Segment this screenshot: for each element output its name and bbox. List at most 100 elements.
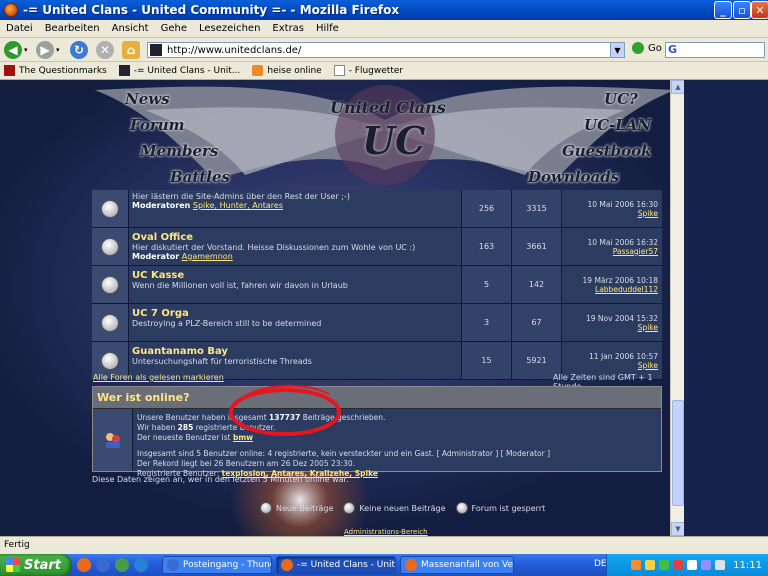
quicklaunch-thunderbird-icon[interactable] <box>96 558 110 572</box>
forum-info-cell: UC Kasse Wenn die Millionen voll ist, fa… <box>129 266 462 303</box>
tray-icon[interactable] <box>673 560 684 570</box>
bookmark-flugwetter[interactable]: - Flugwetter <box>333 65 403 76</box>
forum-title-link[interactable]: Oval Office <box>132 232 458 243</box>
uc-favicon <box>118 65 130 76</box>
menu-help[interactable]: Hilfe <box>310 23 345 34</box>
menu-bookmarks[interactable]: Lesezeichen <box>193 23 266 34</box>
bookmark-heise[interactable]: heise online <box>252 65 322 76</box>
forum-row: Oval Office Hier diskutiert der Vorstand… <box>92 228 662 266</box>
task-firefox[interactable]: -= United Clans - Unit... <box>276 556 396 574</box>
nav-guestbook[interactable]: Guestbook <box>562 142 652 160</box>
rss-icon <box>252 65 264 76</box>
admin-area-link[interactable]: Administrations-Bereich <box>344 528 428 536</box>
menu-tools[interactable]: Extras <box>266 23 310 34</box>
last-post-user-link[interactable]: Spike <box>638 209 658 218</box>
forum-row: UC Kasse Wenn die Millionen voll ist, fa… <box>92 266 662 304</box>
tray-icon[interactable] <box>645 560 656 570</box>
online-footnote: Diese Daten zeigen an, wer in den letzte… <box>92 475 349 484</box>
back-arrow-icon[interactable]: ◀ <box>4 41 22 59</box>
forum-description: Hier lästern die Site-Admins über den Re… <box>132 192 350 201</box>
forum-legend: Neue Beiträge Keine neuen Beiträge Forum… <box>250 502 545 514</box>
last-post-user-link[interactable]: Spike <box>638 361 658 370</box>
forum-table: Hier lästern die Site-Admins über den Re… <box>92 190 662 380</box>
maximize-button[interactable]: ▫ <box>733 1 751 19</box>
reload-icon[interactable]: ↻ <box>70 41 88 59</box>
tray-icon[interactable] <box>701 560 712 570</box>
forum-title-link[interactable]: UC Kasse <box>132 270 458 281</box>
quicklaunch-app-icon[interactable] <box>115 558 129 572</box>
last-post-user-link[interactable]: Spike <box>638 323 658 332</box>
last-post-user-link[interactable]: Labbeduddel112 <box>595 285 658 294</box>
forward-arrow-icon[interactable]: ▶ <box>36 41 54 59</box>
tray-icon[interactable] <box>659 560 670 570</box>
last-post-user-link[interactable]: Passagier57 <box>613 247 658 256</box>
web-content: News Forum Members Battles UC? UC-LAN Gu… <box>0 80 670 536</box>
url-input[interactable]: http://www.unitedclans.de/ ▼ <box>147 42 625 58</box>
nav-forum[interactable]: Forum <box>130 116 185 134</box>
url-dropdown-icon[interactable]: ▼ <box>610 43 624 57</box>
task-firefox-2[interactable]: Massenanfall von Verl... <box>400 556 514 574</box>
status-text: Fertig <box>4 540 30 550</box>
online-users-icon <box>93 409 133 471</box>
forum-topics: 256 <box>462 190 512 227</box>
nav-uc[interactable]: UC? <box>604 90 638 108</box>
quicklaunch-ie-icon[interactable] <box>134 558 148 572</box>
close-button[interactable]: ✕ <box>751 1 768 19</box>
mark-all-read-link[interactable]: Alle Foren als gelesen markieren <box>93 373 224 382</box>
home-icon[interactable]: ⌂ <box>122 41 140 59</box>
menu-view[interactable]: Ansicht <box>106 23 155 34</box>
google-icon: G <box>668 43 678 56</box>
task-thunderbird[interactable]: Posteingang - Thund... <box>162 556 272 574</box>
start-button[interactable]: Start <box>0 554 72 576</box>
forum-read-icon <box>101 237 119 256</box>
clock[interactable]: 11:11 <box>733 560 762 571</box>
status-bar: Fertig <box>0 536 768 554</box>
menu-file[interactable]: Datei <box>0 23 39 34</box>
nav-members[interactable]: Members <box>140 142 218 160</box>
menu-edit[interactable]: Bearbeiten <box>39 23 106 34</box>
vertical-scrollbar[interactable]: ▲ ▼ <box>670 80 685 536</box>
forum-posts: 3315 <box>512 190 562 227</box>
forum-last-post: 10 Mai 2006 16:30 Spike <box>562 190 662 227</box>
nav-news[interactable]: News <box>125 90 170 108</box>
online-count-line: Insgesamt sind 5 Benutzer online: 4 regi… <box>137 449 550 458</box>
volume-icon[interactable] <box>715 560 726 570</box>
forum-topics: 15 <box>462 342 512 379</box>
who-is-online-panel: Wer ist online? Unsere Benutzer haben in… <box>92 386 662 478</box>
forum-row: Hier lästern die Site-Admins über den Re… <box>92 190 662 228</box>
windows-logo-icon <box>6 558 20 572</box>
nav-battles[interactable]: Battles <box>170 168 230 186</box>
search-input[interactable]: G <box>665 42 765 58</box>
no-new-posts-icon <box>343 502 356 514</box>
menu-go[interactable]: Gehe <box>155 23 193 34</box>
red-annotation-circle <box>229 385 341 436</box>
forum-info-cell: UC 7 Orga Destroying a PLZ-Bereich still… <box>129 304 462 341</box>
bookmark-united-clans[interactable]: -= United Clans - Unit... <box>118 65 240 76</box>
bookmark-questionmarks[interactable]: The Questionmarks <box>4 65 107 76</box>
language-indicator[interactable]: DE <box>594 559 607 569</box>
windows-taskbar: Start Posteingang - Thund... -= United C… <box>0 554 768 576</box>
forum-moderators: Moderator Agamemnon <box>132 252 233 261</box>
scrollbar-thumb[interactable] <box>672 400 684 506</box>
forward-dropdown-icon[interactable]: ▾ <box>56 46 60 54</box>
nav-uc-lan[interactable]: UC-LAN <box>584 116 651 134</box>
tray-icon[interactable] <box>687 560 698 570</box>
stop-icon[interactable]: ✕ <box>96 41 114 59</box>
scroll-down-arrow-icon[interactable]: ▼ <box>671 522 685 536</box>
firefox-icon <box>405 559 417 571</box>
nav-downloads[interactable]: Downloads <box>528 168 619 186</box>
forum-title-link[interactable]: UC 7 Orga <box>132 308 458 319</box>
forum-description: Untersuchungshaft für terroristische Thr… <box>132 357 312 366</box>
forum-posts: 142 <box>512 266 562 303</box>
minimize-button[interactable]: _ <box>714 1 732 19</box>
window-title: -= United Clans - United Community =- - … <box>23 3 400 17</box>
back-dropdown-icon[interactable]: ▾ <box>24 46 28 54</box>
who-is-online-heading[interactable]: Wer ist online? <box>93 387 661 409</box>
go-button[interactable]: Go <box>632 42 662 54</box>
forum-title-link[interactable]: Guantanamo Bay <box>132 346 458 357</box>
forum-info-cell: Oval Office Hier diskutiert der Vorstand… <box>129 228 462 265</box>
quicklaunch-firefox-icon[interactable] <box>77 558 91 572</box>
forum-row: UC 7 Orga Destroying a PLZ-Bereich still… <box>92 304 662 342</box>
tray-icon[interactable] <box>631 560 642 570</box>
scroll-up-arrow-icon[interactable]: ▲ <box>671 80 685 94</box>
